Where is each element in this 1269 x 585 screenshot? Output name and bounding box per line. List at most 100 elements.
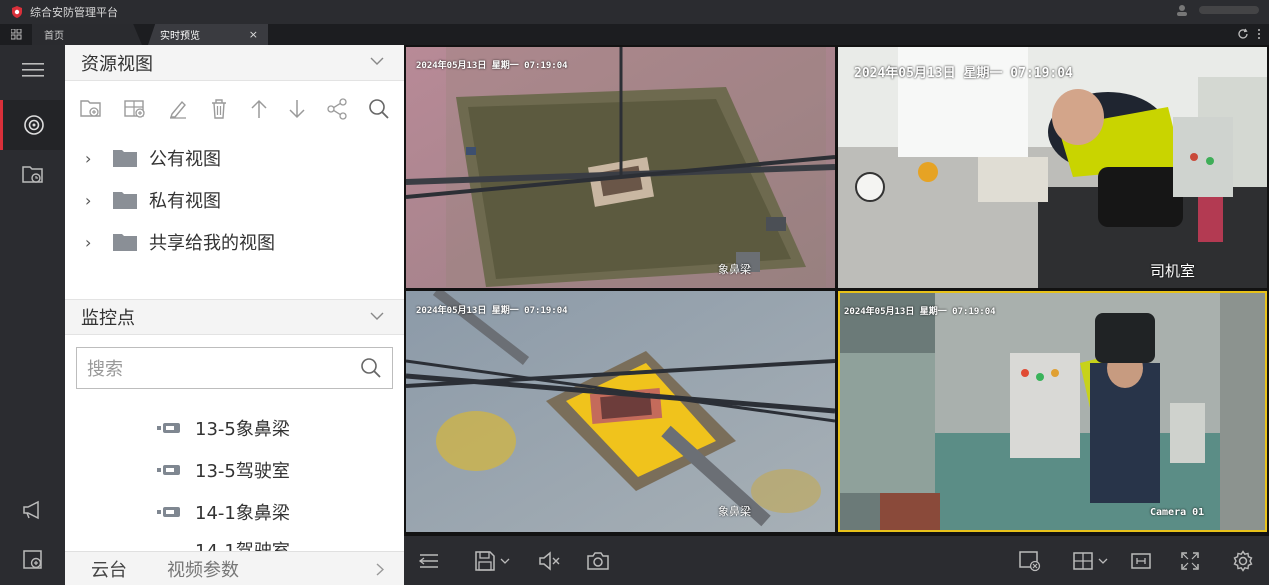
tab-bar: 首页 实时预览 × — [0, 24, 1269, 45]
bullet-camera-icon — [157, 465, 180, 475]
tree-item-label: 共享给我的视图 — [149, 233, 275, 254]
close-windows-icon — [1019, 551, 1041, 572]
folder-clock-icon — [21, 166, 43, 183]
user-icon[interactable] — [1175, 4, 1189, 16]
save-button[interactable] — [474, 548, 510, 574]
chevron-right-icon[interactable]: › — [85, 233, 105, 252]
chevron-right-icon[interactable]: › — [85, 191, 105, 210]
video-feed-1 — [406, 47, 835, 288]
hamburger-menu-icon — [21, 63, 44, 77]
video-feed-3 — [406, 291, 835, 532]
video-feed-2 — [838, 47, 1267, 288]
chevron-down-icon[interactable] — [370, 57, 384, 66]
tile-camera-label: Camera 01 — [1150, 507, 1205, 518]
search-field[interactable]: 搜索 — [76, 347, 393, 389]
video-tile-4-selected[interactable]: 2024年05月13日 星期一 07:19:04 Camera 01 — [838, 291, 1267, 532]
close-all-windows-button[interactable] — [1018, 548, 1042, 574]
snapshot-button[interactable] — [586, 548, 610, 574]
playback-nav-button[interactable] — [0, 150, 65, 200]
bullet-camera-icon — [157, 423, 180, 433]
apps-grid-button[interactable] — [0, 24, 32, 45]
osd-timestamp: 2024年05月13日 星期一 07:19:04 — [844, 307, 996, 317]
chevron-down-icon[interactable] — [500, 558, 510, 565]
tab-close-button[interactable]: × — [249, 28, 258, 41]
folder-icon — [113, 192, 137, 209]
tree-item-label: 公有视图 — [149, 149, 221, 170]
camera-list-item[interactable]: 13-5驾驶室 — [65, 449, 404, 491]
chevron-down-icon[interactable] — [1098, 558, 1108, 565]
camera-name: 13-5象鼻梁 — [195, 419, 290, 440]
resource-view-title: 资源视图 — [81, 53, 153, 75]
apps-grid-icon — [10, 29, 21, 40]
add-folder-icon[interactable] — [79, 98, 103, 120]
search-icon[interactable] — [360, 357, 382, 379]
mute-button[interactable] — [538, 548, 562, 574]
video-tile-3[interactable]: 2024年05月13日 星期一 07:19:04 象鼻梁 — [406, 291, 835, 532]
osd-timestamp: 2024年05月13日 星期一 07:19:04 — [416, 306, 568, 316]
video-params-tab[interactable]: 视频参数 — [167, 556, 239, 582]
camera-lens-icon — [24, 115, 44, 135]
speaker-muted-icon — [539, 551, 560, 571]
layout-button[interactable] — [1072, 548, 1108, 574]
move-up-icon[interactable] — [250, 98, 268, 120]
tab-home-label: 首页 — [44, 31, 64, 42]
camera-name: 14-1象鼻梁 — [195, 503, 290, 524]
megaphone-icon — [22, 500, 39, 520]
tile-camera-label: 象鼻梁 — [718, 505, 751, 518]
title-bar: 综合安防管理平台 — [0, 0, 1269, 24]
search-input[interactable]: 搜索 — [87, 355, 123, 381]
live-preview-nav-button[interactable] — [0, 100, 65, 150]
edit-icon[interactable] — [167, 98, 189, 120]
grid-layout-icon — [1073, 552, 1093, 570]
refresh-icon[interactable] — [1237, 28, 1249, 40]
gear-icon — [1233, 550, 1253, 572]
monitor-points-header[interactable]: 监控点 — [65, 299, 404, 335]
camera-list-item[interactable]: 14-1象鼻梁 — [65, 491, 404, 533]
panel-footer: 云台 视频参数 — [65, 551, 404, 585]
add-window-nav-button[interactable] — [0, 535, 65, 585]
monitor-points-title: 监控点 — [81, 308, 135, 329]
left-rail — [0, 45, 65, 585]
list-toggle-icon — [418, 554, 438, 568]
fullscreen-button[interactable] — [1180, 548, 1200, 574]
tile-camera-label: 司机室 — [1150, 262, 1196, 280]
chevron-down-icon[interactable] — [370, 312, 384, 321]
broadcast-nav-button[interactable] — [0, 485, 65, 535]
chevron-right-icon[interactable] — [376, 563, 384, 576]
settings-button[interactable] — [1232, 548, 1254, 574]
search-icon[interactable] — [368, 98, 390, 120]
video-tile-2[interactable]: 2024年05月13日 星期一 07:19:04 司机室 — [838, 47, 1267, 288]
resource-view-header[interactable]: 资源视图 — [65, 45, 404, 81]
ptz-tab[interactable]: 云台 — [91, 556, 127, 582]
tree-item-shared-views[interactable]: › 共享给我的视图 — [65, 221, 404, 263]
user-name-blurred[interactable] — [1199, 6, 1259, 14]
osd-timestamp: 2024年05月13日 星期一 07:19:04 — [416, 61, 568, 71]
tree-item-label: 私有视图 — [149, 191, 221, 212]
fit-screen-icon — [1131, 553, 1151, 569]
camera-snapshot-icon — [587, 552, 609, 570]
tab-live-preview[interactable]: 实时预览 × — [148, 24, 268, 45]
folder-icon — [113, 234, 137, 251]
app-title: 综合安防管理平台 — [30, 6, 118, 19]
app-logo-icon — [12, 6, 22, 18]
more-menu-icon[interactable] — [1257, 28, 1261, 40]
chevron-right-icon[interactable]: › — [85, 149, 105, 168]
add-window-icon — [22, 550, 42, 569]
tree-item-private-views[interactable]: › 私有视图 — [65, 179, 404, 221]
tree-item-public-views[interactable]: › 公有视图 — [65, 137, 404, 179]
camera-list-item[interactable]: 13-5象鼻梁 — [65, 407, 404, 449]
add-view-icon[interactable] — [123, 98, 147, 120]
delete-icon[interactable] — [209, 98, 229, 120]
share-icon[interactable] — [326, 98, 348, 120]
tab-home[interactable]: 首页 — [32, 24, 142, 45]
video-tile-1[interactable]: 2024年05月13日 星期一 07:19:04 象鼻梁 — [406, 47, 835, 288]
move-down-icon[interactable] — [288, 98, 306, 120]
stream-list-button[interactable] — [418, 548, 440, 574]
resource-panel: 资源视图 › 公有视图 › 私有视图 › 共享给我的视图 监控点 搜索 13-5… — [65, 45, 404, 585]
fit-window-button[interactable] — [1130, 548, 1152, 574]
tile-camera-label: 象鼻梁 — [718, 263, 751, 276]
menu-button[interactable] — [0, 45, 65, 95]
resource-toolbar — [65, 81, 404, 137]
folder-icon — [113, 150, 137, 167]
video-toolbar — [404, 536, 1269, 585]
